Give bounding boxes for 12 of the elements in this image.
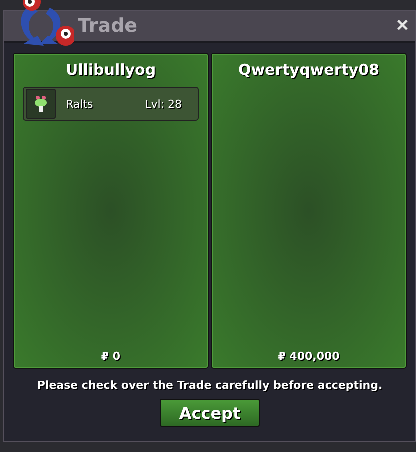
money-amount: ₽ 0 xyxy=(101,350,121,363)
money-amount: ₽ 400,000 xyxy=(278,350,340,363)
accept-button[interactable]: Accept xyxy=(160,399,260,427)
warning-message: Please check over the Trade carefully before accepting. xyxy=(37,379,383,392)
close-button[interactable]: ✕ xyxy=(394,16,411,36)
sprite-icon xyxy=(34,95,48,113)
window-title: Trade xyxy=(78,15,138,37)
player-name: Qwertyqwerty08 xyxy=(238,61,380,79)
pokemon-name: Ralts xyxy=(66,98,94,110)
pokemon-slot[interactable]: Ralts Lvl: 28 xyxy=(23,87,199,121)
pokemon-level: Lvl: 28 xyxy=(145,98,182,110)
player-name: Ullibullyog xyxy=(66,61,156,79)
